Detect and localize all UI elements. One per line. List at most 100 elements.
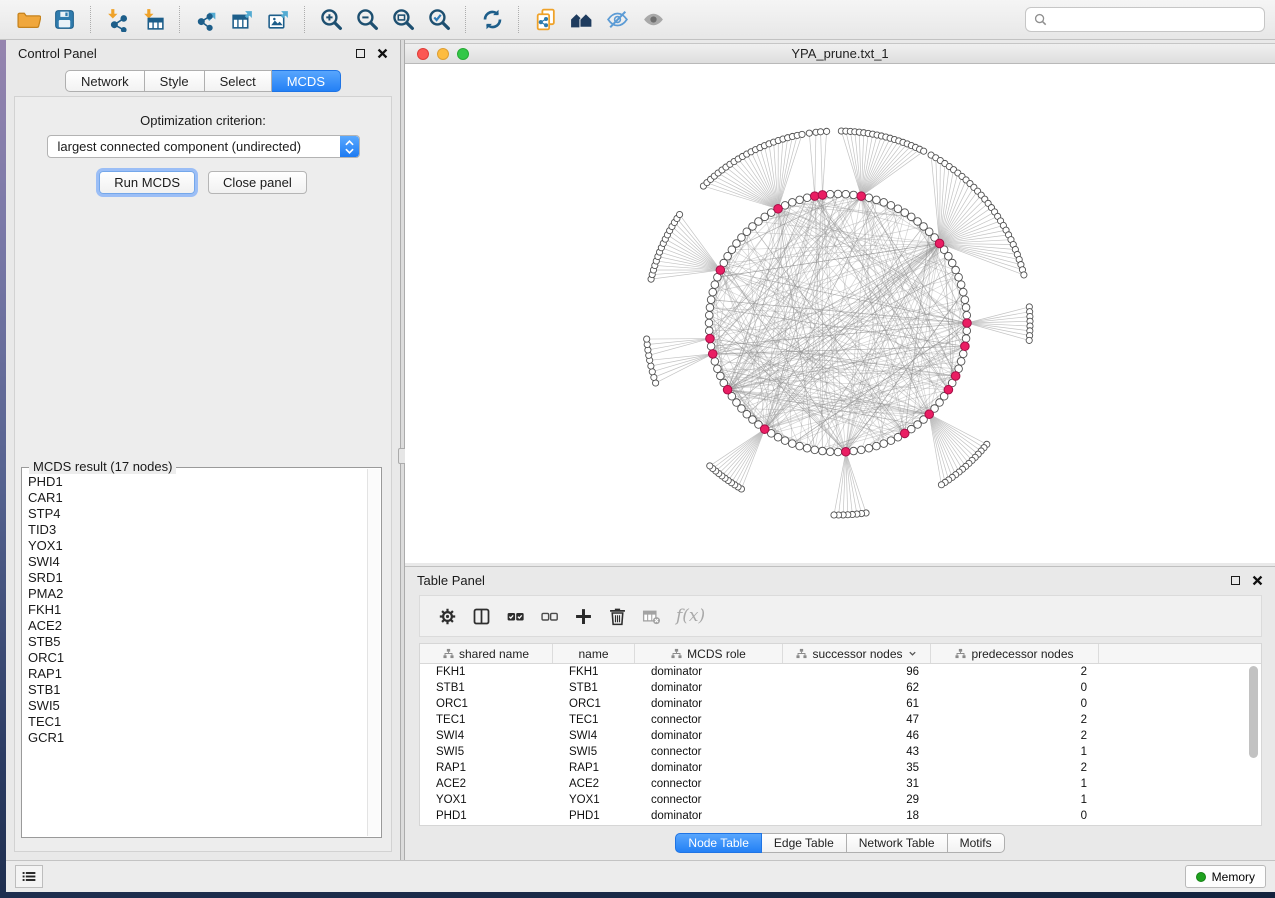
export-network-button[interactable] [188,5,224,35]
minimize-window-icon[interactable] [437,48,449,60]
close-table-panel-icon[interactable] [1252,575,1263,586]
mcds-node-item[interactable]: CAR1 [28,490,381,506]
table-row[interactable]: PHD1PHD1dominator180 [420,808,1261,824]
zoom-out-button[interactable] [349,5,385,35]
first-neighbors-button[interactable] [563,5,599,35]
add-column-button[interactable] [568,602,598,630]
table-row[interactable]: ACE2ACE2connector311 [420,776,1261,792]
table-cell: RAP1 [420,762,553,774]
save-session-button[interactable] [46,5,82,35]
tab-network[interactable]: Network [65,70,145,92]
open-file-button[interactable] [10,5,46,35]
mcds-hub-node [818,191,827,200]
column-header-predecessor-nodes[interactable]: predecessor nodes [931,644,1099,663]
column-header-shared-name[interactable]: shared name [420,644,553,663]
show-columns-button[interactable] [466,602,496,630]
tab-network-table[interactable]: Network Table [847,833,948,853]
table-scrollbar-thumb[interactable] [1249,666,1258,758]
zoom-fit-button[interactable] [385,5,421,35]
search-input[interactable] [1053,12,1256,28]
table-cell: 43 [783,746,931,758]
close-window-icon[interactable] [417,48,429,60]
task-history-button[interactable] [15,865,43,888]
close-panel-button[interactable]: Close panel [208,171,307,194]
save-icon [52,7,77,32]
control-panel-tabs: NetworkStyleSelectMCDS [6,70,400,92]
mcds-node-item[interactable]: PHD1 [28,474,381,490]
column-header-MCDS-role[interactable]: MCDS role [635,644,783,663]
zoom-in-icon [319,7,344,32]
run-mcds-button[interactable]: Run MCDS [99,171,195,194]
float-panel-icon[interactable] [356,49,365,58]
deselect-all-rows-button[interactable] [534,602,564,630]
export-table-button[interactable] [224,5,260,35]
column-header-name[interactable]: name [553,644,635,663]
table-cell: 46 [783,730,931,742]
export-image-button[interactable] [260,5,296,35]
mcds-node-item[interactable]: SRD1 [28,570,381,586]
mcds-node-item[interactable]: STP4 [28,506,381,522]
table-cell: 1 [931,794,1099,806]
mcds-list-scrollbar[interactable] [367,469,380,836]
table-row[interactable]: YOX1YOX1connector291 [420,792,1261,808]
select-all-rows-button[interactable] [500,602,530,630]
mcds-node-item[interactable]: SWI5 [28,698,381,714]
hide-selected-button[interactable] [599,5,635,35]
table-row[interactable]: FKH1FKH1dominator962 [420,664,1261,680]
table-cell: connector [635,778,783,790]
tab-mcds[interactable]: MCDS [272,70,341,92]
mcds-node-item[interactable]: TEC1 [28,714,381,730]
show-all-button[interactable] [635,5,671,35]
table-cell: dominator [635,810,783,822]
table-row[interactable]: STB1STB1dominator620 [420,680,1261,696]
tab-motifs[interactable]: Motifs [948,833,1005,853]
mcds-node-item[interactable]: ORC1 [28,650,381,666]
tab-node-table[interactable]: Node Table [675,833,762,853]
mcds-node-item[interactable]: RAP1 [28,666,381,682]
table-row[interactable]: ORC1ORC1dominator610 [420,696,1261,712]
mcds-node-item[interactable]: TID3 [28,522,381,538]
zoom-selected-button[interactable] [421,5,457,35]
table-row[interactable]: SWI5SWI5connector431 [420,744,1261,760]
delete-table-button[interactable] [636,602,666,630]
tab-select[interactable]: Select [205,70,272,92]
table-row[interactable]: TEC1TEC1connector472 [420,712,1261,728]
node-table-body: FKH1FKH1dominator962STB1STB1dominator620… [420,664,1261,824]
table-toolbar: f(x) [419,595,1262,637]
columns-icon [471,606,492,627]
mcds-node-item[interactable]: STB1 [28,682,381,698]
mcds-node-item[interactable]: STB5 [28,634,381,650]
mcds-node-item[interactable]: GCR1 [28,730,381,746]
table-settings-button[interactable] [432,602,462,630]
apply-function-button[interactable]: f(x) [676,606,705,626]
close-panel-icon[interactable] [377,48,388,59]
clone-network-button[interactable] [527,5,563,35]
table-row[interactable]: SWI4SWI4dominator462 [420,728,1261,744]
delete-columns-button[interactable] [602,602,632,630]
mcds-node-item[interactable]: FKH1 [28,602,381,618]
import-table-button[interactable] [135,5,171,35]
table-row[interactable]: RAP1RAP1dominator352 [420,760,1261,776]
table-cell: FKH1 [553,666,635,678]
mcds-panel: Optimization criterion: largest connecte… [14,96,392,852]
mcds-node-item[interactable]: SWI4 [28,554,381,570]
criterion-dropdown[interactable]: largest connected component (undirected) [47,135,360,158]
table-cell: 18 [783,810,931,822]
column-header-successor-nodes[interactable]: successor nodes [783,644,931,663]
float-table-panel-icon[interactable] [1231,576,1240,585]
refresh-button[interactable] [474,5,510,35]
tab-style[interactable]: Style [145,70,205,92]
mcds-node-item[interactable]: ACE2 [28,618,381,634]
tab-edge-table[interactable]: Edge Table [762,833,847,853]
table-cell: connector [635,794,783,806]
network-canvas[interactable] [405,64,1275,563]
control-panel: Control Panel NetworkStyleSelectMCDS Opt… [6,40,400,860]
table-cell: ACE2 [553,778,635,790]
maximize-window-icon[interactable] [457,48,469,60]
mcds-node-item[interactable]: YOX1 [28,538,381,554]
memory-button[interactable]: Memory [1185,865,1266,888]
table-scrollbar[interactable] [1248,665,1259,823]
mcds-node-item[interactable]: PMA2 [28,586,381,602]
zoom-in-button[interactable] [313,5,349,35]
import-network-button[interactable] [99,5,135,35]
